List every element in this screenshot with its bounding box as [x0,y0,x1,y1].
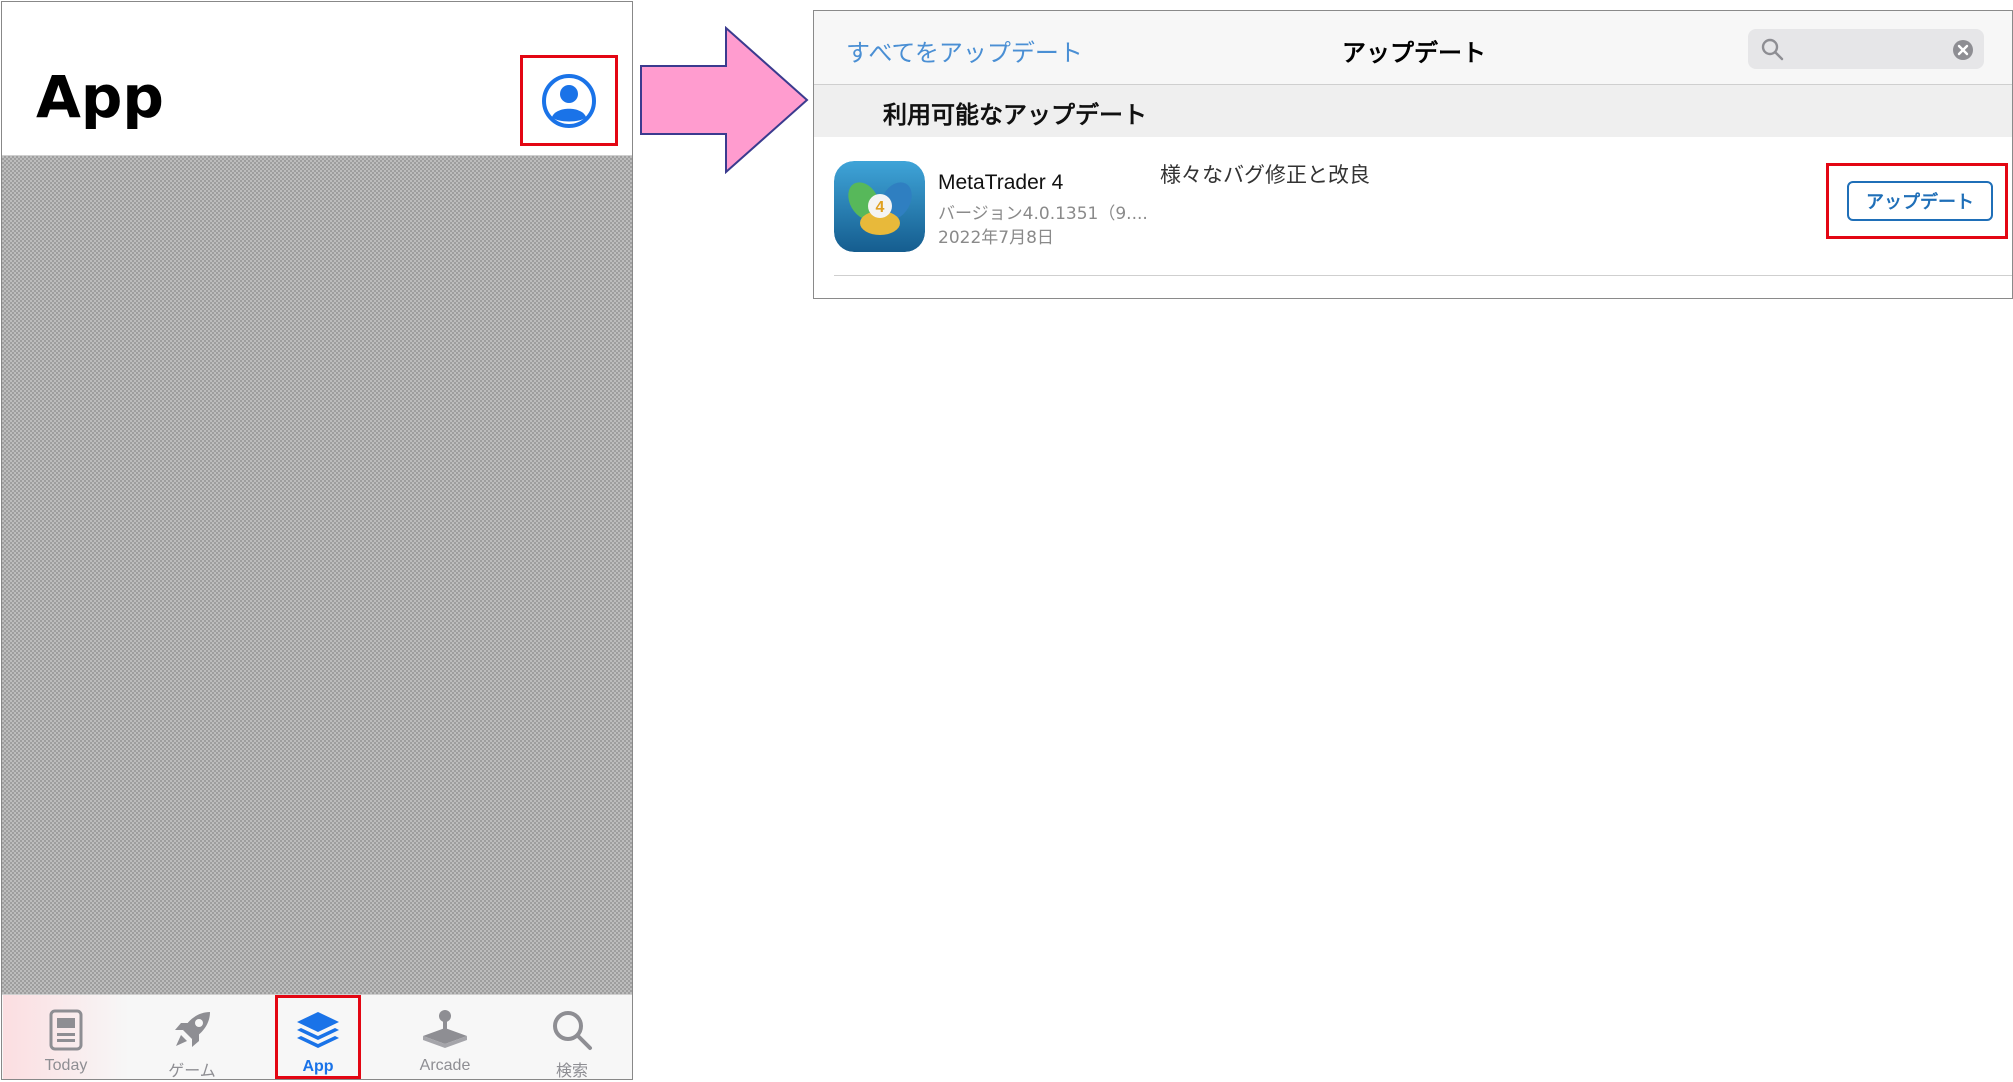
tab-search[interactable]: 検索 [509,995,632,1080]
tab-arcade[interactable]: Arcade [382,995,508,1079]
tab-label: 検索 [555,1063,588,1080]
phone-header: App [2,2,632,156]
nav-bar: すべてをアップデート アップデート [814,11,2012,85]
divider [834,275,2012,276]
search-input[interactable] [1790,33,1944,67]
account-profile-icon [542,73,596,128]
search-field[interactable] [1748,29,1984,69]
update-button[interactable]: アップデート [1847,181,1993,221]
today-icon [49,1007,83,1053]
tab-today[interactable]: Today [3,995,129,1079]
arcade-joystick-icon [420,1007,470,1053]
updates-panel: すべてをアップデート アップデート 利用可能なアップデート 4 MetaTrad… [813,10,2013,299]
right-arrow-icon [640,26,809,174]
tab-app[interactable]: App [275,995,361,1079]
app-date: 2022年7月8日 [938,228,1054,248]
tab-games[interactable]: ゲーム [129,995,255,1080]
page-title: App [36,63,164,131]
account-button[interactable] [520,55,618,146]
app-stack-icon [295,1010,341,1054]
search-icon [551,1007,593,1053]
tab-label: App [302,1058,334,1075]
update-all-button[interactable]: すべてをアップデート [846,33,1083,68]
section-title: 利用可能なアップデート [883,101,1147,129]
section-header: 利用可能なアップデート [814,85,2012,137]
release-notes: 様々なバグ修正と改良 [1160,163,1370,187]
blurred-content-area [2,156,632,994]
search-icon [1761,38,1784,61]
phone-app-store-screen: App Today ゲーム App Arcade 検索 [1,1,633,1080]
rocket-icon [170,1007,214,1053]
list-item[interactable]: 4 MetaTrader 4 バージョン4.0.1351（9.... 2022年… [814,137,2012,275]
app-name: MetaTrader 4 [938,171,1064,194]
metatrader-app-icon: 4 [834,161,925,252]
svg-text:4: 4 [876,199,885,216]
clear-search-icon[interactable] [1952,39,1974,61]
tab-label: ゲーム [168,1063,216,1080]
tab-label: Today [44,1057,88,1074]
tab-bar: Today ゲーム App Arcade 検索 [2,994,632,1080]
app-version: バージョン4.0.1351（9.... [938,204,1148,224]
tab-label: Arcade [419,1057,471,1074]
